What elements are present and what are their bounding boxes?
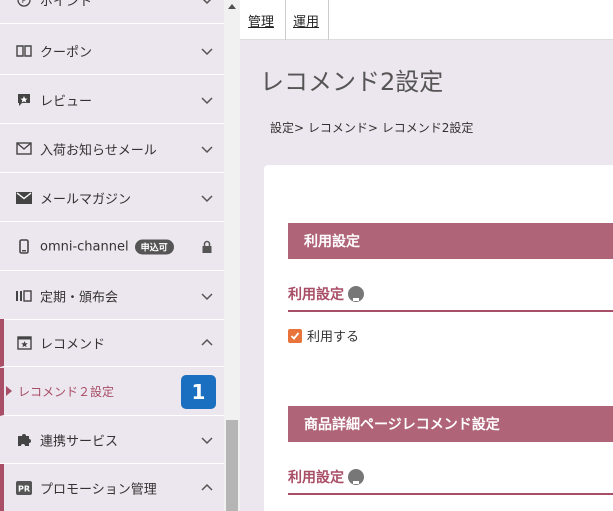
sidebar-item-subscription[interactable]: 定期・頒布会: [0, 272, 224, 320]
chevron-up-icon: [201, 483, 213, 491]
caret-right-icon: [6, 386, 12, 396]
sidebar-item-promotion[interactable]: PR プロモーション管理: [0, 464, 224, 511]
sidebar-item-label: 連携サービス: [40, 434, 119, 449]
sidebar-item-integrations[interactable]: 連携サービス: [0, 416, 224, 464]
sidebar-item-stock-mail[interactable]: 入荷お知らせメール: [0, 125, 224, 173]
sidebar-item-label: プロモーション管理: [40, 482, 157, 497]
sidebar-item-label: 定期・頒布会: [40, 290, 119, 305]
step-badge: 1: [181, 375, 216, 409]
use-checkbox-row[interactable]: 利用する: [288, 326, 359, 345]
tab-divider: [285, 0, 286, 40]
use-checkbox-label: 利用する: [307, 330, 360, 345]
sidebar-item-coupon[interactable]: クーポン: [0, 27, 224, 75]
field-divider: [288, 310, 613, 312]
sidebar-subitem-label: レコメンド２設定: [18, 385, 115, 399]
tab-divider: [328, 0, 329, 40]
scroll-up-arrow-icon[interactable]: [228, 4, 236, 9]
phone-icon: [16, 239, 32, 255]
apply-badge: 申込可: [134, 239, 174, 254]
chevron-down-icon: [201, 194, 213, 202]
settings-panel: 利用設定 利用設定 利用する 商品詳細ページレコメンド設定 利用設定: [264, 165, 613, 511]
chevron-down-icon: [201, 47, 213, 55]
field-label-usage-2: 利用設定: [288, 467, 364, 487]
lightbulb-icon[interactable]: [348, 469, 364, 485]
page-title: レコメンド2設定: [260, 68, 444, 96]
envelope-icon: [16, 190, 32, 206]
sidebar: P ポイント クーポン レビュー 入荷お知らせメール メールマガジン omni-…: [0, 0, 224, 511]
sidebar-item-label: 入荷お知らせメール: [40, 143, 157, 158]
subscription-icon: [16, 288, 32, 304]
tab-management[interactable]: 管理: [248, 0, 274, 40]
field-divider: [288, 493, 613, 495]
review-icon: [16, 92, 32, 108]
chevron-down-icon: [201, 292, 213, 300]
sidebar-item-omni-channel[interactable]: omni-channel 申込可: [0, 223, 224, 271]
field-label-usage: 利用設定: [288, 284, 364, 304]
omni-channel-label: omni-channel: [40, 239, 129, 254]
top-menu: 管理 運用: [240, 0, 613, 40]
sidebar-item-points[interactable]: P ポイント: [0, 0, 224, 24]
chevron-down-icon: [201, 96, 213, 104]
sidebar-item-label: メールマガジン: [40, 192, 132, 207]
field-label-text: 利用設定: [288, 287, 344, 303]
sidebar-item-label: ポイント: [40, 0, 93, 9]
coupon-icon: [16, 43, 32, 59]
chevron-down-icon: [203, 0, 211, 4]
mail-icon: [16, 141, 32, 157]
section-header-product-detail-recommend: 商品詳細ページレコメンド設定: [288, 406, 613, 442]
sidebar-item-label: レコメンド: [40, 337, 106, 352]
chevron-up-icon: [201, 338, 213, 346]
use-checkbox[interactable]: [288, 328, 302, 343]
field-label-text: 利用設定: [288, 470, 344, 486]
svg-text:PR: PR: [18, 484, 30, 493]
sidebar-item-label: omni-channel 申込可: [40, 239, 174, 254]
lock-icon: [202, 240, 212, 253]
chevron-down-icon: [201, 436, 213, 444]
pr-icon: PR: [16, 480, 32, 496]
main-content: レコメンド2設定 設定> レコメンド> レコメンド2設定 利用設定 利用設定 利…: [240, 40, 613, 511]
puzzle-icon: [16, 432, 32, 448]
scrollbar-thumb[interactable]: [226, 420, 238, 511]
sidebar-item-label: クーポン: [40, 45, 93, 60]
breadcrumb: 設定> レコメンド> レコメンド2設定: [270, 121, 474, 135]
sidebar-item-mail-magazine[interactable]: メールマガジン: [0, 174, 224, 222]
section-header-usage: 利用設定: [288, 223, 613, 259]
sidebar-item-review[interactable]: レビュー: [0, 76, 224, 124]
recommend-icon: [16, 335, 32, 351]
tab-operation[interactable]: 運用: [293, 0, 319, 40]
chevron-down-icon: [201, 145, 213, 153]
lightbulb-icon[interactable]: [348, 286, 364, 302]
checkmark-icon: [290, 331, 300, 340]
sidebar-item-recommend[interactable]: レコメンド: [0, 319, 224, 367]
sidebar-item-label: レビュー: [40, 94, 93, 109]
svg-text:P: P: [22, 0, 27, 5]
point-icon: P: [16, 0, 32, 8]
